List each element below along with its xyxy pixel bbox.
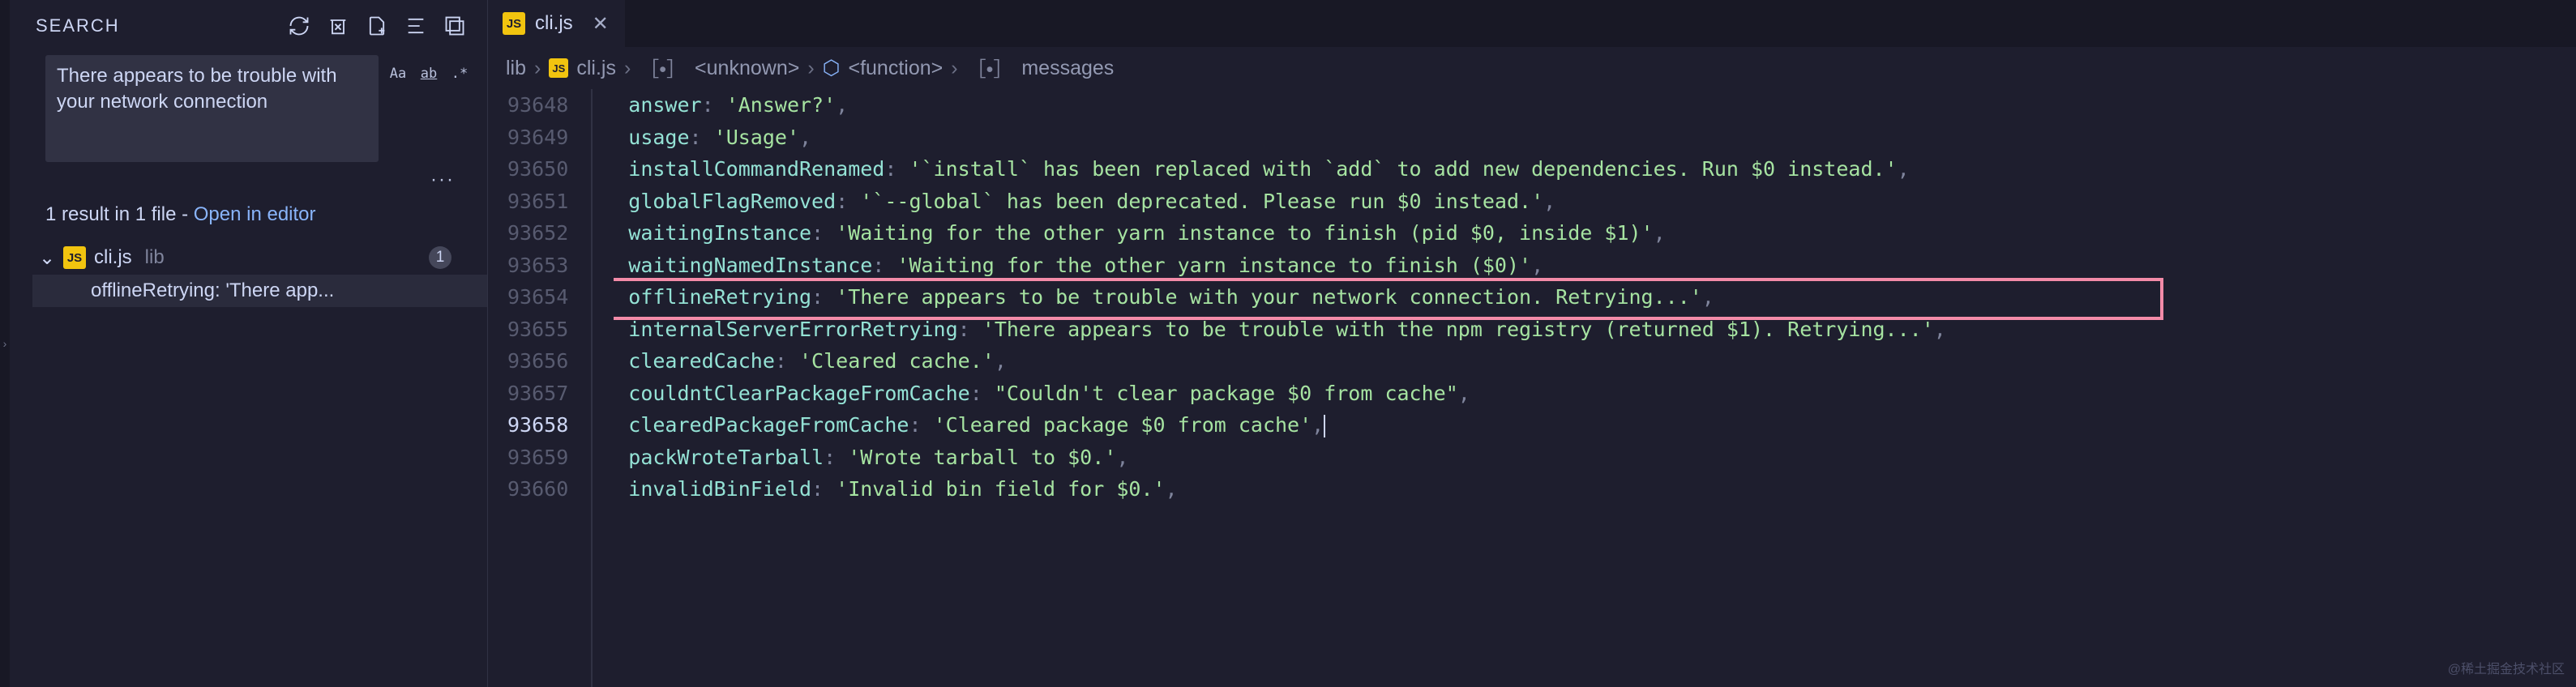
search-input[interactable]	[45, 55, 379, 162]
line-number: 93653	[507, 250, 568, 282]
symbol-namespace-icon: ［•］	[639, 53, 687, 83]
line-number: 93652	[507, 217, 568, 250]
search-result-file[interactable]: ⌄ JS cli.js lib 1	[32, 241, 487, 275]
line-number: 93659	[507, 442, 568, 474]
breadcrumb-symbol[interactable]: messages	[1021, 57, 1114, 80]
new-search-editor-icon[interactable]	[364, 13, 390, 39]
code-line[interactable]: clearedCache: 'Cleared cache.',	[614, 345, 2576, 378]
close-tab-icon[interactable]: ✕	[593, 12, 609, 36]
tab-label: cli.js	[535, 12, 573, 35]
symbol-function-icon: ⬡	[823, 56, 841, 80]
line-number: 93648	[507, 89, 568, 122]
chevron-down-icon: ⌄	[39, 246, 55, 270]
view-as-tree-icon[interactable]	[403, 13, 429, 39]
code-line[interactable]: waitingNamedInstance: 'Waiting for the o…	[614, 250, 2576, 282]
line-number: 93654	[507, 281, 568, 314]
code-line[interactable]: internalServerErrorRetrying: 'There appe…	[614, 314, 2576, 346]
tab-cli-js[interactable]: JS cli.js ✕	[488, 0, 625, 47]
code-line[interactable]: installCommandRenamed: '`install` has be…	[614, 153, 2576, 186]
line-number: 93658	[507, 409, 568, 442]
chevron-right-icon: ›	[951, 57, 957, 80]
match-whole-word-toggle[interactable]: ab	[414, 62, 443, 86]
expand-activity-bar-icon[interactable]: ›	[3, 337, 7, 350]
match-case-toggle[interactable]: Aa	[383, 62, 413, 86]
editor-area: JS cli.js ✕ lib › JS cli.js › ［•］ <unkno…	[488, 0, 2576, 687]
code-line[interactable]: waitingInstance: 'Waiting for the other …	[614, 217, 2576, 250]
code-content[interactable]: answer: 'Answer?',usage: 'Usage',install…	[614, 89, 2576, 687]
code-line[interactable]: answer: 'Answer?',	[614, 89, 2576, 122]
line-number-gutter: 9364893649936509365193652936539365493655…	[488, 89, 583, 687]
chevron-right-icon: ›	[534, 57, 541, 80]
result-file-count: 1	[429, 246, 451, 269]
breadcrumb[interactable]: lib › JS cli.js › ［•］ <unknown> › ⬡ <fun…	[488, 47, 2576, 89]
breadcrumb-folder[interactable]: lib	[506, 57, 526, 80]
clear-search-icon[interactable]	[325, 13, 351, 39]
breadcrumb-symbol[interactable]: <unknown>	[695, 57, 799, 80]
chevron-right-icon: ›	[807, 57, 814, 80]
tab-bar: JS cli.js ✕	[488, 0, 2576, 47]
watermark: @稀土掘金技术社区	[2448, 658, 2565, 677]
toggle-search-details-icon[interactable]: ···	[10, 169, 487, 198]
line-number: 93651	[507, 186, 568, 218]
code-editor[interactable]: 9364893649936509365193652936539365493655…	[488, 89, 2576, 687]
line-number: 93649	[507, 122, 568, 154]
js-file-icon: JS	[549, 58, 568, 78]
code-line[interactable]: couldntClearPackageFromCache: "Couldn't …	[614, 378, 2576, 410]
result-file-name: cli.js	[94, 246, 132, 269]
line-number: 93656	[507, 345, 568, 378]
open-in-editor-link[interactable]: Open in editor	[194, 203, 316, 225]
js-file-icon: JS	[63, 246, 86, 269]
line-number: 93650	[507, 153, 568, 186]
code-line[interactable]: invalidBinField: 'Invalid bin field for …	[614, 473, 2576, 506]
code-line[interactable]: clearedPackageFromCache: 'Cleared packag…	[614, 409, 2576, 442]
code-line[interactable]: offlineRetrying: 'There appears to be tr…	[614, 281, 2576, 314]
result-file-dir: lib	[145, 246, 165, 269]
search-result-summary: 1 result in 1 file - Open in editor	[10, 198, 487, 241]
sidebar-title: SEARCH	[36, 15, 273, 36]
chevron-right-icon: ›	[624, 57, 631, 80]
use-regex-toggle[interactable]: .*	[445, 62, 474, 86]
search-result-match[interactable]: offlineRetrying: 'There app...	[32, 275, 487, 307]
line-number: 93655	[507, 314, 568, 346]
symbol-namespace-icon: ［•］	[966, 53, 1014, 83]
code-line[interactable]: globalFlagRemoved: '`--global` has been …	[614, 186, 2576, 218]
collapse-all-icon[interactable]	[442, 13, 468, 39]
code-line[interactable]: packWroteTarball: 'Wrote tarball to $0.'…	[614, 442, 2576, 474]
line-number: 93657	[507, 378, 568, 410]
refresh-icon[interactable]	[286, 13, 312, 39]
breadcrumb-file[interactable]: cli.js	[576, 57, 616, 80]
breadcrumb-symbol[interactable]: <function>	[848, 57, 943, 80]
js-file-icon: JS	[503, 12, 525, 35]
search-sidebar: SEARCH Aa ab .* ··· 1 result in 1 file -…	[10, 0, 488, 687]
code-line[interactable]: usage: 'Usage',	[614, 122, 2576, 154]
line-number: 93660	[507, 473, 568, 506]
